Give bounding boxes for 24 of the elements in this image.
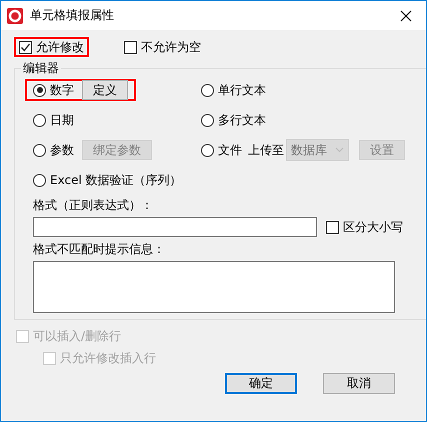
radio-option[interactable]: 参数: [33, 142, 74, 158]
define-button[interactable]: 定义: [82, 80, 128, 100]
text-area[interactable]: [33, 261, 395, 313]
radio-option[interactable]: 数字: [33, 82, 74, 98]
window-title: 单元格填报属性: [30, 7, 115, 24]
check-icon: [20, 42, 31, 52]
radio-option[interactable]: 日期: [33, 112, 74, 128]
checkbox-option[interactable]: 不允许为空: [119, 37, 206, 57]
ok-button[interactable]: 确定: [225, 373, 297, 394]
cancel-button[interactable]: 取消: [323, 373, 395, 394]
checkbox-option[interactable]: 区分大小写: [321, 217, 408, 237]
close-icon[interactable]: [400, 10, 412, 22]
group-title: 编辑器: [22, 60, 60, 77]
radio-option[interactable]: Excel 数据验证（序列）: [33, 172, 182, 188]
upload-label: 上传至: [248, 142, 284, 158]
app-icon: [7, 8, 23, 24]
field-label: 格式不匹配时提示信息：: [33, 241, 166, 258]
input-field[interactable]: [33, 217, 317, 237]
checkbox-option[interactable]: 允许修改: [14, 37, 89, 57]
radio-option[interactable]: 文件: [201, 142, 242, 158]
radio-option[interactable]: 单行文本: [201, 82, 266, 98]
chevron-down-icon: [335, 147, 344, 153]
field-label: 格式（正则表达式）：: [33, 197, 154, 214]
radio-option[interactable]: 多行文本: [201, 112, 266, 128]
